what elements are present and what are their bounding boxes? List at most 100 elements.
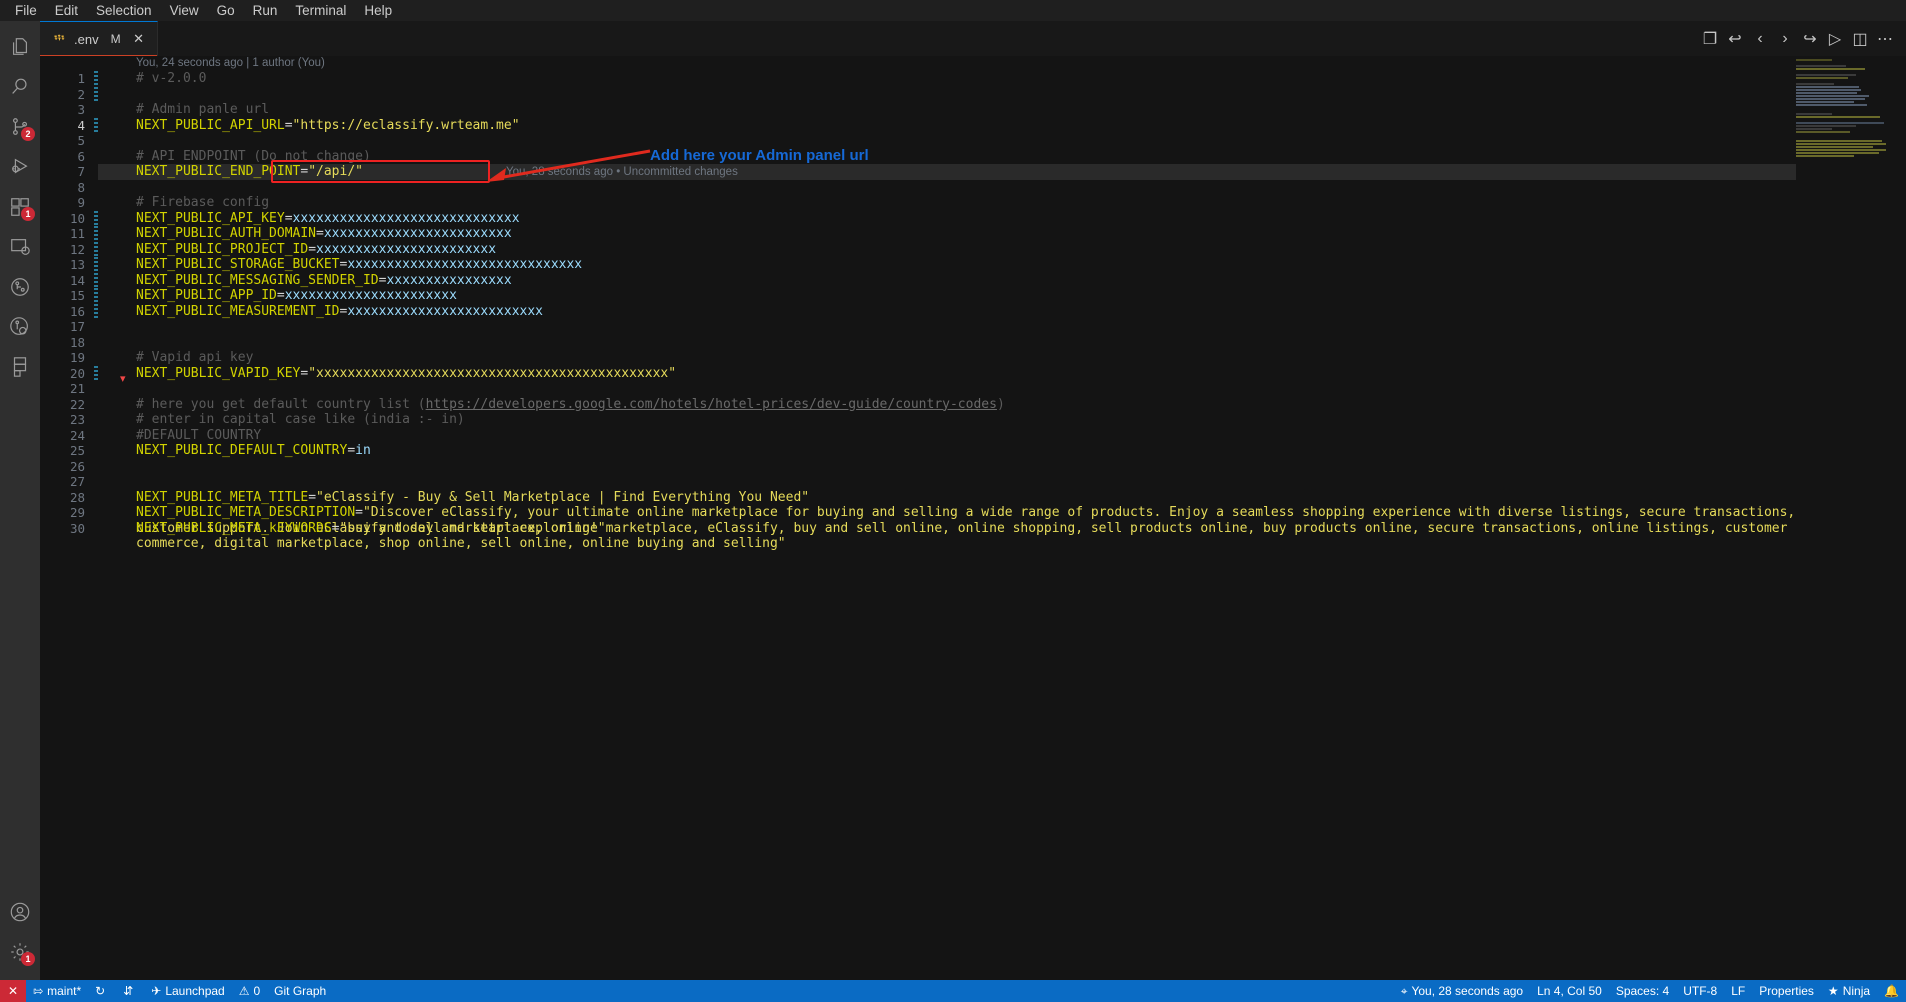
code-text[interactable]: NEXT_PUBLIC_META_DESCRIPTION="Discover e… — [98, 505, 1906, 521]
code-text[interactable] — [98, 335, 1906, 351]
status-encoding[interactable]: UTF-8 — [1676, 980, 1724, 1002]
code-text[interactable]: NEXT_PUBLIC_DEFAULT_COUNTRY=in — [98, 443, 1906, 459]
status-launchpad[interactable]: ✈ Launchpad — [144, 980, 231, 1002]
activity-accounts[interactable] — [0, 892, 40, 932]
remote-indicator[interactable]: ✕ — [0, 980, 26, 1002]
tab-close-icon[interactable]: ✕ — [131, 31, 147, 47]
minimap-line — [1796, 95, 1869, 97]
go-back-icon[interactable]: ↩ — [1724, 28, 1746, 50]
git-change-marker — [94, 304, 98, 320]
code-text[interactable] — [98, 319, 1906, 335]
git-change-marker — [94, 211, 98, 227]
code-text[interactable]: NEXT_PUBLIC_API_KEY=xxxxxxxxxxxxxxxxxxxx… — [98, 211, 1906, 227]
tab-env[interactable]: .env M ✕ — [40, 21, 158, 56]
activity-explorer[interactable] — [0, 27, 40, 67]
split-diff-icon[interactable]: ❐ — [1699, 28, 1721, 50]
minimap-line — [1796, 77, 1848, 79]
status-sync[interactable]: ↻ — [88, 980, 116, 1002]
token-key: NEXT_PUBLIC_API_URL — [136, 118, 285, 133]
code-text[interactable]: NEXT_PUBLIC_MESSAGING_SENDER_ID=xxxxxxxx… — [98, 273, 1906, 289]
status-branch-count[interactable]: ⇵ — [116, 980, 144, 1002]
menu-terminal[interactable]: Terminal — [286, 1, 355, 21]
menu-run[interactable]: Run — [244, 1, 287, 21]
status-launchpad-label: Launchpad — [165, 984, 224, 998]
code-text[interactable] — [98, 133, 1906, 149]
status-eol[interactable]: LF — [1724, 980, 1752, 1002]
status-blame[interactable]: ⌖ You, 28 seconds ago — [1394, 980, 1530, 1002]
token-comment: # Firebase config — [136, 195, 269, 210]
activity-settings[interactable]: 1 — [0, 932, 40, 972]
code-line: 15NEXT_PUBLIC_APP_ID=xxxxxxxxxxxxxxxxxxx… — [40, 288, 1906, 304]
code-text[interactable]: NEXT_PUBLIC_AUTH_DOMAIN=xxxxxxxxxxxxxxxx… — [98, 226, 1906, 242]
code-text[interactable]: NEXT_PUBLIC_PROJECT_ID=xxxxxxxxxxxxxxxxx… — [98, 242, 1906, 258]
status-problems[interactable]: ⚠ 0 — [232, 980, 267, 1002]
token-url[interactable]: https://developers.google.com/hotels/hot… — [426, 397, 997, 412]
status-language-mode[interactable]: Properties — [1752, 980, 1821, 1002]
code-text[interactable]: # Firebase config — [98, 195, 1906, 211]
activity-search[interactable] — [0, 67, 40, 107]
chevron-left-icon[interactable]: ‹ — [1749, 28, 1771, 50]
line-number: 21 — [40, 381, 94, 397]
menu-file[interactable]: File — [6, 1, 46, 21]
menu-edit[interactable]: Edit — [46, 1, 87, 21]
run-code-icon[interactable]: ▷ — [1824, 28, 1846, 50]
line-number: 9 — [40, 195, 94, 211]
code-text[interactable] — [98, 87, 1906, 103]
activity-extensions[interactable]: 1 — [0, 187, 40, 227]
status-branch[interactable]: ⇰ maint* — [26, 980, 88, 1002]
status-notifications[interactable]: 🔔 — [1877, 980, 1906, 1002]
menu-selection[interactable]: Selection — [87, 1, 161, 21]
tab-label: .env — [74, 32, 99, 47]
code-text[interactable] — [98, 459, 1906, 475]
token-valyel: "xxxxxxxxxxxxxxxxxxxxxxxxxxxxxxxxxxxxxxx… — [308, 366, 676, 381]
code-text[interactable]: # Vapid api key — [98, 350, 1906, 366]
line-number: 8 — [40, 180, 94, 196]
code-text[interactable]: NEXT_PUBLIC_META_kEYWORDS="buy and sell … — [98, 521, 1906, 537]
code-text[interactable]: #DEFAULT COUNTRY — [98, 428, 1906, 444]
code-text[interactable]: NEXT_PUBLIC_API_URL="https://eclassify.w… — [98, 118, 1906, 134]
code-text[interactable]: NEXT_PUBLIC_META_TITLE="eClassify - Buy … — [98, 490, 1906, 506]
activity-source-control[interactable]: 2 — [0, 107, 40, 147]
activity-remote-explorer[interactable] — [0, 227, 40, 267]
code-editor[interactable]: You, 24 seconds ago | 1 author (You) You… — [40, 56, 1906, 980]
minimap[interactable] — [1796, 56, 1892, 980]
menu-view[interactable]: View — [161, 1, 208, 21]
token-valblue: xxxxxxxxxxxxxxxxxxxxxxxx — [324, 226, 512, 241]
go-forward-icon[interactable]: ↪ — [1799, 28, 1821, 50]
editor-tab-bar: .env M ✕ ❐ ↩ ‹ › ↪ ▷ ◫ ⋯ — [40, 21, 1906, 56]
menu-go[interactable]: Go — [208, 1, 244, 21]
code-text[interactable] — [98, 381, 1906, 397]
status-ninja[interactable]: ★ Ninja — [1821, 980, 1877, 1002]
code-text[interactable]: # here you get default country list (htt… — [98, 397, 1906, 413]
code-text[interactable]: NEXT_PUBLIC_VAPID_KEY="xxxxxxxxxxxxxxxxx… — [98, 366, 1906, 382]
status-cursor-position[interactable]: Ln 4, Col 50 — [1530, 980, 1609, 1002]
chevron-right-icon[interactable]: › — [1774, 28, 1796, 50]
code-text[interactable]: # Admin panle url — [98, 102, 1906, 118]
code-text[interactable] — [98, 180, 1906, 196]
minimap-line — [1796, 128, 1832, 130]
token-comment: # Admin panle url — [136, 102, 269, 117]
menu-help[interactable]: Help — [355, 1, 401, 21]
code-line: 21 — [40, 381, 1906, 397]
status-git-graph[interactable]: Git Graph — [267, 980, 333, 1002]
code-text[interactable]: NEXT_PUBLIC_APP_ID=xxxxxxxxxxxxxxxxxxxxx… — [98, 288, 1906, 304]
vertical-scrollbar[interactable] — [1892, 56, 1906, 980]
more-actions-icon[interactable]: ⋯ — [1874, 28, 1896, 50]
code-line: 18 — [40, 335, 1906, 351]
activity-gitlens[interactable] — [0, 307, 40, 347]
code-text[interactable]: # enter in capital case like (india :- i… — [98, 412, 1906, 428]
code-text[interactable]: NEXT_PUBLIC_STORAGE_BUCKET=xxxxxxxxxxxxx… — [98, 257, 1906, 273]
status-indentation[interactable]: Spaces: 4 — [1609, 980, 1676, 1002]
activity-run-and-debug[interactable] — [0, 147, 40, 187]
activity-figma[interactable] — [0, 347, 40, 387]
code-text[interactable]: NEXT_PUBLIC_END_POINT="/api/" — [98, 164, 1906, 180]
token-key: NEXT_PUBLIC_STORAGE_BUCKET — [136, 257, 340, 272]
split-editor-icon[interactable]: ◫ — [1849, 28, 1871, 50]
activity-git-graph[interactable] — [0, 267, 40, 307]
token-key: NEXT_PUBLIC_VAPID_KEY — [136, 366, 300, 381]
code-text[interactable]: # v-2.0.0 — [98, 71, 1906, 87]
code-text[interactable] — [98, 474, 1906, 490]
code-text[interactable]: NEXT_PUBLIC_MEASUREMENT_ID=xxxxxxxxxxxxx… — [98, 304, 1906, 320]
minimap-line — [1796, 74, 1856, 76]
code-text[interactable]: # API ENDPOINT (Do not change) — [98, 149, 1906, 165]
